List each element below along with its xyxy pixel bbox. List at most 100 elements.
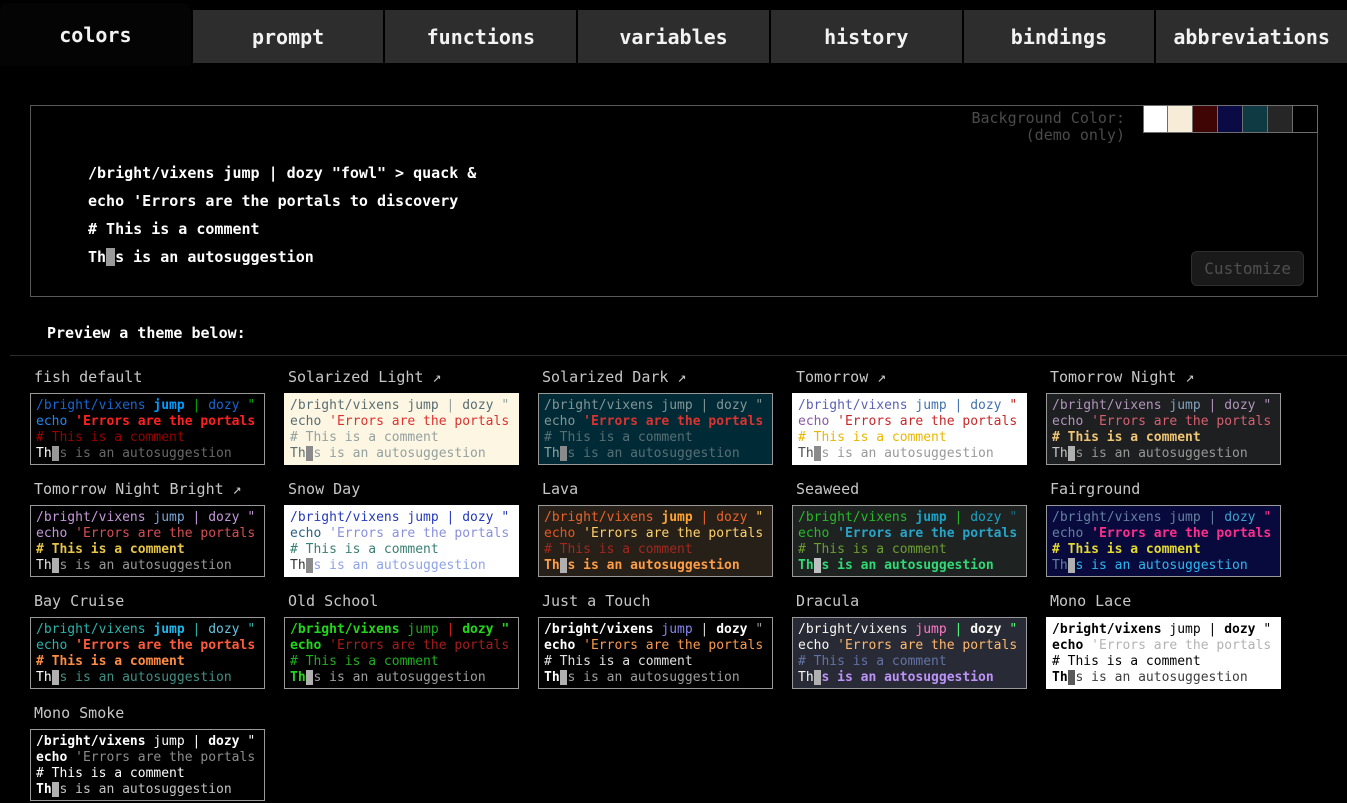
segment-autosugg: s is an autosuggestion bbox=[313, 446, 485, 461]
theme-preview-line: echo 'Errors are the portals bbox=[36, 750, 259, 766]
tab-history[interactable]: history bbox=[771, 10, 962, 63]
theme-card-seaweed[interactable]: Seaweed/bright/vixens jump | dozy "echo … bbox=[792, 478, 1027, 577]
theme-preview-line: This is an autosuggestion bbox=[290, 558, 513, 574]
segment-jump: jump bbox=[915, 398, 946, 413]
theme-preview: /bright/vixens jump | dozy "echo 'Errors… bbox=[792, 617, 1027, 689]
segment-autosugg: s is an autosuggestion bbox=[1075, 446, 1247, 461]
segment-string: 'Errors are the portals bbox=[75, 750, 255, 765]
segment-normal: Th bbox=[290, 558, 306, 573]
theme-card-old-school[interactable]: Old School/bright/vixens jump | dozy "ec… bbox=[284, 590, 519, 689]
demo-terminal-line: This is an autosuggestion bbox=[88, 243, 476, 271]
theme-preview-line: /bright/vixens jump | dozy " bbox=[290, 398, 513, 414]
segment-comment: # This is a comment bbox=[36, 766, 185, 781]
segment-comment: # This is a comment bbox=[544, 654, 693, 669]
theme-card-lava[interactable]: Lava/bright/vixens jump | dozy "echo 'Er… bbox=[538, 478, 773, 577]
theme-name: Solarized Dark bbox=[542, 368, 668, 386]
theme-title: fish default bbox=[34, 368, 265, 387]
theme-preview-line: This is an autosuggestion bbox=[1052, 446, 1275, 462]
theme-card-mono-smoke[interactable]: Mono Smoke/bright/vixens jump | dozy "ec… bbox=[30, 702, 265, 801]
theme-preview-line: echo 'Errors are the portals bbox=[544, 414, 767, 430]
segment-dozy: dozy bbox=[716, 398, 747, 413]
segment-autosugg: s is an autosuggestion bbox=[313, 558, 485, 573]
background-swatch-0[interactable] bbox=[1143, 105, 1168, 133]
external-link-icon[interactable]: ↗ bbox=[224, 480, 242, 498]
theme-preview-line: # This is a comment bbox=[290, 430, 513, 446]
segment-pipe: | bbox=[693, 622, 716, 637]
segment-dozy: dozy bbox=[462, 510, 493, 525]
segment-autosugg: s is an autosuggestion bbox=[1075, 558, 1247, 573]
segment-endquote: " bbox=[240, 510, 256, 525]
segment-string: 'Errors are the portals bbox=[1091, 414, 1271, 429]
segment-string: 'Errors are the portals bbox=[837, 526, 1017, 541]
external-link-icon[interactable]: ↗ bbox=[868, 368, 886, 386]
segment-pipe: | bbox=[947, 398, 970, 413]
segment-jump: jump bbox=[915, 622, 946, 637]
segment-endquote: " bbox=[1002, 622, 1018, 637]
customize-button[interactable]: Customize bbox=[1191, 251, 1304, 286]
theme-card-bay-cruise[interactable]: Bay Cruise/bright/vixens jump | dozy "ec… bbox=[30, 590, 265, 689]
theme-preview: /bright/vixens jump | dozy "echo 'Errors… bbox=[30, 729, 265, 801]
theme-card-tomorrow-night[interactable]: Tomorrow Night ↗/bright/vixens jump | do… bbox=[1046, 366, 1281, 465]
tab-variables[interactable]: variables bbox=[578, 10, 769, 63]
theme-grid: fish default/bright/vixens jump | dozy "… bbox=[30, 366, 1347, 801]
background-swatch-5[interactable] bbox=[1268, 105, 1293, 133]
background-swatch-3[interactable] bbox=[1218, 105, 1243, 133]
tab-prompt[interactable]: prompt bbox=[193, 10, 384, 63]
theme-preview-line: This is an autosuggestion bbox=[798, 670, 1021, 686]
theme-card-tomorrow-night-bright[interactable]: Tomorrow Night Bright ↗/bright/vixens ju… bbox=[30, 478, 265, 577]
segment-path: /bright/vixens bbox=[290, 398, 407, 413]
theme-preview-line: echo 'Errors are the portals bbox=[544, 638, 767, 654]
segment-normal: Th bbox=[1052, 558, 1068, 573]
theme-preview-line: /bright/vixens jump | dozy " bbox=[798, 510, 1021, 526]
segment-comment: # This is a comment bbox=[36, 654, 185, 669]
segment-echo: echo bbox=[290, 526, 329, 541]
theme-name: Tomorrow bbox=[796, 368, 868, 386]
background-swatch-4[interactable] bbox=[1243, 105, 1268, 133]
segment-dozy: dozy bbox=[1224, 510, 1255, 525]
tab-functions[interactable]: functions bbox=[385, 10, 576, 63]
tab-abbreviations[interactable]: abbreviations bbox=[1156, 10, 1347, 63]
segment-normal: Th bbox=[544, 446, 560, 461]
theme-preview-line: /bright/vixens jump | dozy " bbox=[544, 622, 767, 638]
segment-echo: echo bbox=[544, 526, 583, 541]
segment-pipe: | bbox=[693, 510, 716, 525]
segment-path: /bright/vixens bbox=[798, 622, 915, 637]
segment-comment: # This is a comment bbox=[36, 542, 185, 557]
segment-path: /bright/vixens bbox=[1052, 398, 1169, 413]
theme-preview-line: echo 'Errors are the portals bbox=[798, 526, 1021, 542]
theme-title: Just a Touch bbox=[542, 592, 773, 611]
tab-bindings[interactable]: bindings bbox=[964, 10, 1155, 63]
theme-card-just-a-touch[interactable]: Just a Touch/bright/vixens jump | dozy "… bbox=[538, 590, 773, 689]
segment-endquote: " bbox=[748, 510, 764, 525]
theme-card-fish-default[interactable]: fish default/bright/vixens jump | dozy "… bbox=[30, 366, 265, 465]
segment-pipe: | bbox=[185, 510, 208, 525]
theme-title: Old School bbox=[288, 592, 519, 611]
theme-card-fairground[interactable]: Fairground/bright/vixens jump | dozy "ec… bbox=[1046, 478, 1281, 577]
theme-title: Lava bbox=[542, 480, 773, 499]
theme-preview-line: /bright/vixens jump | dozy " bbox=[798, 398, 1021, 414]
theme-preview-line: This is an autosuggestion bbox=[798, 446, 1021, 462]
background-swatch-2[interactable] bbox=[1193, 105, 1218, 133]
segment-echo: echo bbox=[36, 414, 75, 429]
segment-endquote: " bbox=[1256, 398, 1272, 413]
segment-echo: echo bbox=[798, 414, 837, 429]
theme-preview: /bright/vixens jump | dozy "echo 'Errors… bbox=[538, 505, 773, 577]
segment-path: /bright/vixens bbox=[36, 622, 153, 637]
segment-path: /bright/vixens bbox=[36, 398, 153, 413]
theme-card-solarized-light[interactable]: Solarized Light ↗/bright/vixens jump | d… bbox=[284, 366, 519, 465]
theme-card-mono-lace[interactable]: Mono Lace/bright/vixens jump | dozy "ech… bbox=[1046, 590, 1281, 689]
theme-card-tomorrow[interactable]: Tomorrow ↗ /bright/vixens jump | dozy "ec… bbox=[792, 366, 1027, 465]
background-swatch-1[interactable] bbox=[1168, 105, 1193, 133]
background-swatch-6[interactable] bbox=[1293, 105, 1318, 133]
theme-card-dracula[interactable]: Dracula/bright/vixens jump | dozy "echo … bbox=[792, 590, 1027, 689]
segment-endquote: " bbox=[240, 622, 256, 637]
segment-jump: jump bbox=[407, 398, 438, 413]
theme-preview: /bright/vixens jump | dozy "echo 'Errors… bbox=[284, 393, 519, 465]
theme-card-snow-day[interactable]: Snow Day/bright/vixens jump | dozy "echo… bbox=[284, 478, 519, 577]
tab-colors[interactable]: colors bbox=[0, 3, 191, 66]
external-link-icon[interactable]: ↗ bbox=[423, 368, 441, 386]
external-link-icon[interactable]: ↗ bbox=[668, 368, 686, 386]
segment-autosugg: s is an autosuggestion bbox=[313, 670, 485, 685]
theme-card-solarized-dark[interactable]: Solarized Dark ↗/bright/vixens jump | do… bbox=[538, 366, 773, 465]
external-link-icon[interactable]: ↗ bbox=[1176, 368, 1194, 386]
